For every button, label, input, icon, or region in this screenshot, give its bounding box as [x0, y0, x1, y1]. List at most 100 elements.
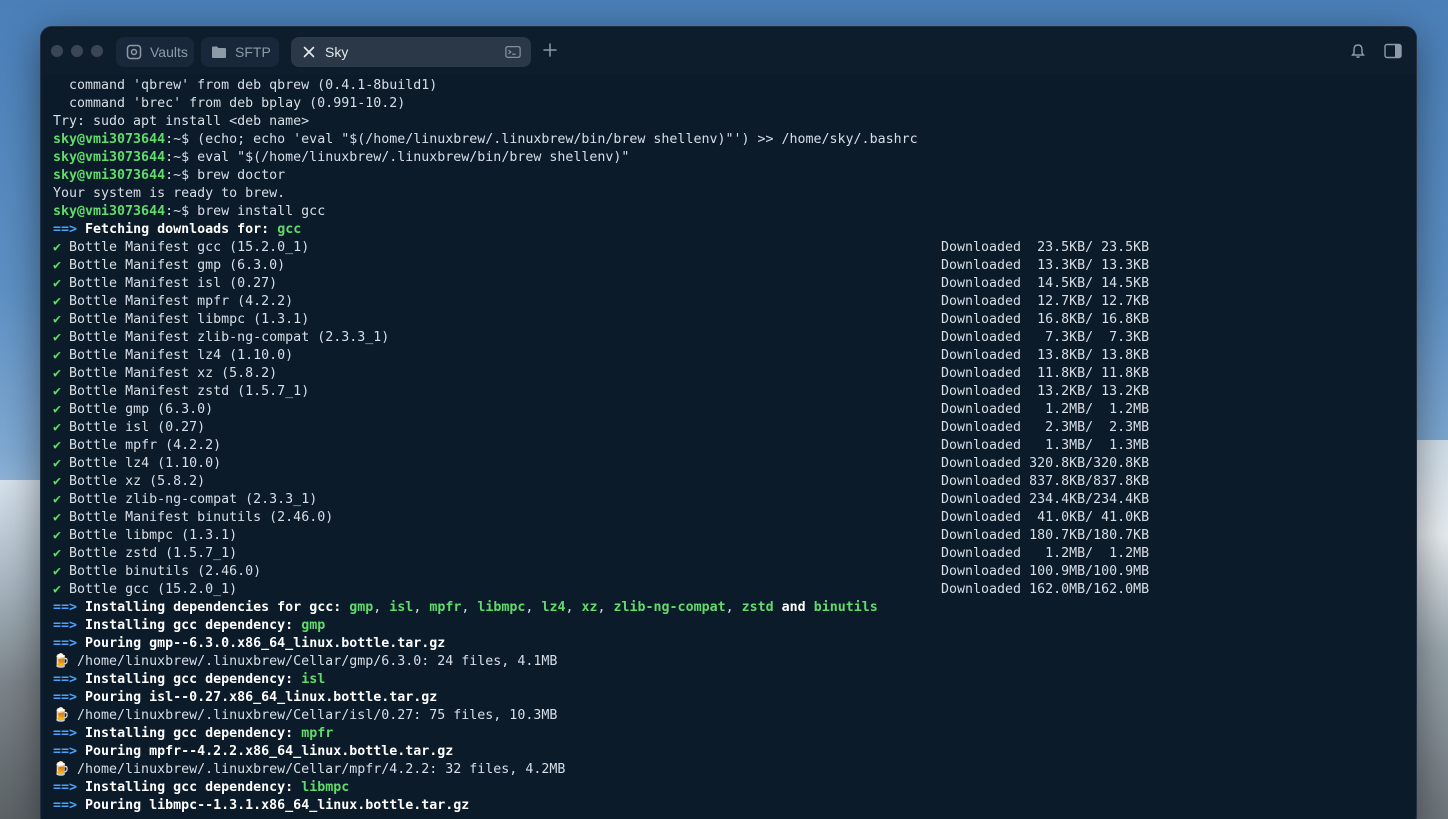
download-status-text: Downloaded — [941, 348, 1022, 363]
tab-sftp[interactable]: SFTP — [201, 37, 279, 67]
download-row: ✔ Bottle Manifest mpfr (4.2.2) Downloaded… — [53, 293, 1404, 311]
tab-label: SFTP — [235, 44, 271, 60]
download-status: Downloaded 1.2MB/ 1.2MB — [941, 545, 1149, 563]
download-status: Downloaded 11.8KB/ 11.8KB — [941, 365, 1149, 383]
download-name: Bottle Manifest lz4 (1.10.0) — [69, 348, 294, 363]
command-text: eval "$(/home/linuxbrew/.linuxbrew/bin/b… — [197, 150, 630, 165]
check-icon: ✔ — [53, 240, 62, 255]
output-line: Your system is ready to brew. — [53, 185, 1404, 203]
beer-icon: 🍺 — [53, 654, 70, 669]
notifications-button[interactable] — [1350, 43, 1366, 64]
check-icon: ✔ — [53, 384, 62, 399]
download-size: 162.0MB/162.0MB — [1021, 582, 1150, 597]
prompt-suffix: :~$ — [165, 150, 198, 165]
download-row: ✔ Bottle mpfr (4.2.2) Downloaded 1.3MB/ 1… — [53, 437, 1404, 455]
download-status-text: Downloaded — [941, 294, 1022, 309]
install-text: Installing gcc dependency: — [85, 780, 302, 795]
check-icon: ✔ — [53, 438, 62, 453]
package-name: binutils — [813, 600, 878, 615]
pouring-line: ==> Pouring mpfr--4.2.2.x86_64_linux.bot… — [53, 743, 1404, 761]
package-name: zstd — [741, 600, 774, 615]
output-line: Try: sudo apt install <deb name> — [53, 113, 1404, 131]
download-status-text: Downloaded — [941, 384, 1022, 399]
close-window-button[interactable] — [51, 45, 63, 57]
package-name: isl — [389, 600, 414, 615]
download-status: Downloaded 837.8KB/837.8KB — [941, 473, 1149, 491]
prompt-user-host: sky@vmi3073644 — [53, 168, 166, 183]
download-size: 11.8KB/ 11.8KB — [1021, 366, 1150, 381]
download-size: 1.3MB/ 1.3MB — [1021, 438, 1150, 453]
check-icon: ✔ — [53, 492, 62, 507]
fetching-text: Fetching downloads for: — [85, 222, 278, 237]
package-name: lz4 — [541, 600, 566, 615]
tab-label: Vaults — [150, 44, 188, 60]
download-row: ✔ Bottle xz (5.8.2) Downloaded 837.8KB/83… — [53, 473, 1404, 491]
install-dependency-line: ==> Installing gcc dependency: mpfr — [53, 725, 1404, 743]
download-row: ✔ Bottle gmp (6.3.0) Downloaded 1.2MB/ 1.… — [53, 401, 1404, 419]
download-status-text: Downloaded — [941, 546, 1022, 561]
tab-vaults[interactable]: Vaults — [116, 37, 194, 67]
folder-icon — [211, 44, 227, 60]
download-name: Bottle Manifest mpfr (4.2.2) — [69, 294, 294, 309]
download-name: Bottle lz4 (1.10.0) — [69, 456, 222, 471]
download-name: Bottle Manifest binutils (2.46.0) — [69, 510, 334, 525]
arrow-marker: ==> — [53, 672, 78, 687]
download-status: Downloaded 14.5KB/ 14.5KB — [941, 275, 1149, 293]
prompt-line: sky@vmi3073644:~$ brew doctor — [53, 167, 1404, 185]
download-name: Bottle libmpc (1.3.1) — [69, 528, 238, 543]
download-name: Bottle gmp (6.3.0) — [69, 402, 214, 417]
download-size: 13.3KB/ 13.3KB — [1021, 258, 1150, 273]
terminal-output[interactable]: command 'qbrew' from deb qbrew (0.4.1-8b… — [41, 75, 1416, 819]
output-text: command 'brec' from deb bplay (0.991-10.… — [53, 96, 406, 111]
package-name: zlib-ng-compat — [613, 600, 726, 615]
cellar-line: 🍺 /home/linuxbrew/.linuxbrew/Cellar/mpfr… — [53, 761, 1404, 779]
tab-sky[interactable]: Sky — [291, 37, 531, 67]
output-line: command 'brec' from deb bplay (0.991-10.… — [53, 95, 1404, 113]
cellar-line: 🍺 /home/linuxbrew/.linuxbrew/Cellar/gmp/… — [53, 653, 1404, 671]
cellar-line: 🍺 /home/linuxbrew/.linuxbrew/Cellar/isl/… — [53, 707, 1404, 725]
download-size: 12.7KB/ 12.7KB — [1021, 294, 1150, 309]
beer-icon: 🍺 — [53, 762, 70, 777]
download-name: Bottle binutils (2.46.0) — [69, 564, 262, 579]
download-status: Downloaded 13.8KB/ 13.8KB — [941, 347, 1149, 365]
sidebar-toggle-button[interactable] — [1384, 43, 1402, 64]
download-status: Downloaded 234.4KB/234.4KB — [941, 491, 1149, 509]
minimize-window-button[interactable] — [71, 45, 83, 57]
download-row: ✔ Bottle libmpc (1.3.1) Downloaded 180.7K… — [53, 527, 1404, 545]
pouring-text: Pouring mpfr--4.2.2.x86_64_linux.bottle.… — [85, 744, 454, 759]
download-status: Downloaded 2.3MB/ 2.3MB — [941, 419, 1149, 437]
title-bar: Vaults SFTP Sky — [41, 27, 1416, 75]
install-text: Installing gcc dependency: — [85, 618, 302, 633]
check-icon: ✔ — [53, 474, 62, 489]
check-icon: ✔ — [53, 348, 62, 363]
download-status: Downloaded 41.0KB/ 41.0KB — [941, 509, 1149, 527]
bell-icon — [1351, 44, 1365, 58]
download-status: Downloaded 100.9MB/100.9MB — [941, 563, 1149, 581]
new-tab-button[interactable] — [543, 39, 557, 63]
sidebar-icon — [1384, 43, 1402, 59]
download-status: Downloaded 7.3KB/ 7.3KB — [941, 329, 1149, 347]
zoom-window-button[interactable] — [91, 45, 103, 57]
download-row: ✔ Bottle gcc (15.2.0_1) Downloaded 162.0M… — [53, 581, 1404, 599]
fetching-line: ==> Fetching downloads for: gcc — [53, 221, 1404, 239]
check-icon: ✔ — [53, 402, 62, 417]
prompt-user-host: sky@vmi3073644 — [53, 204, 166, 219]
download-size: 16.8KB/ 16.8KB — [1021, 312, 1150, 327]
download-status-text: Downloaded — [941, 240, 1022, 255]
download-name: Bottle Manifest gcc (15.2.0_1) — [69, 240, 310, 255]
download-size: 1.2MB/ 1.2MB — [1021, 402, 1150, 417]
download-status: Downloaded 1.2MB/ 1.2MB — [941, 401, 1149, 419]
check-icon: ✔ — [53, 312, 62, 327]
close-icon[interactable] — [301, 44, 317, 60]
download-status-text: Downloaded — [941, 582, 1022, 597]
download-status: Downloaded 12.7KB/ 12.7KB — [941, 293, 1149, 311]
download-status: Downloaded 320.8KB/320.8KB — [941, 455, 1149, 473]
output-line: command 'qbrew' from deb qbrew (0.4.1-8b… — [53, 77, 1404, 95]
download-name: Bottle Manifest xz (5.8.2) — [69, 366, 278, 381]
download-size: 100.9MB/100.9MB — [1021, 564, 1150, 579]
download-status-text: Downloaded — [941, 474, 1022, 489]
package-name: gmp — [301, 618, 326, 633]
download-name: Bottle zlib-ng-compat (2.3.3_1) — [69, 492, 318, 507]
command-text: brew install gcc — [197, 204, 326, 219]
command-text: (echo; echo 'eval "$(/home/linuxbrew/.li… — [197, 132, 918, 147]
